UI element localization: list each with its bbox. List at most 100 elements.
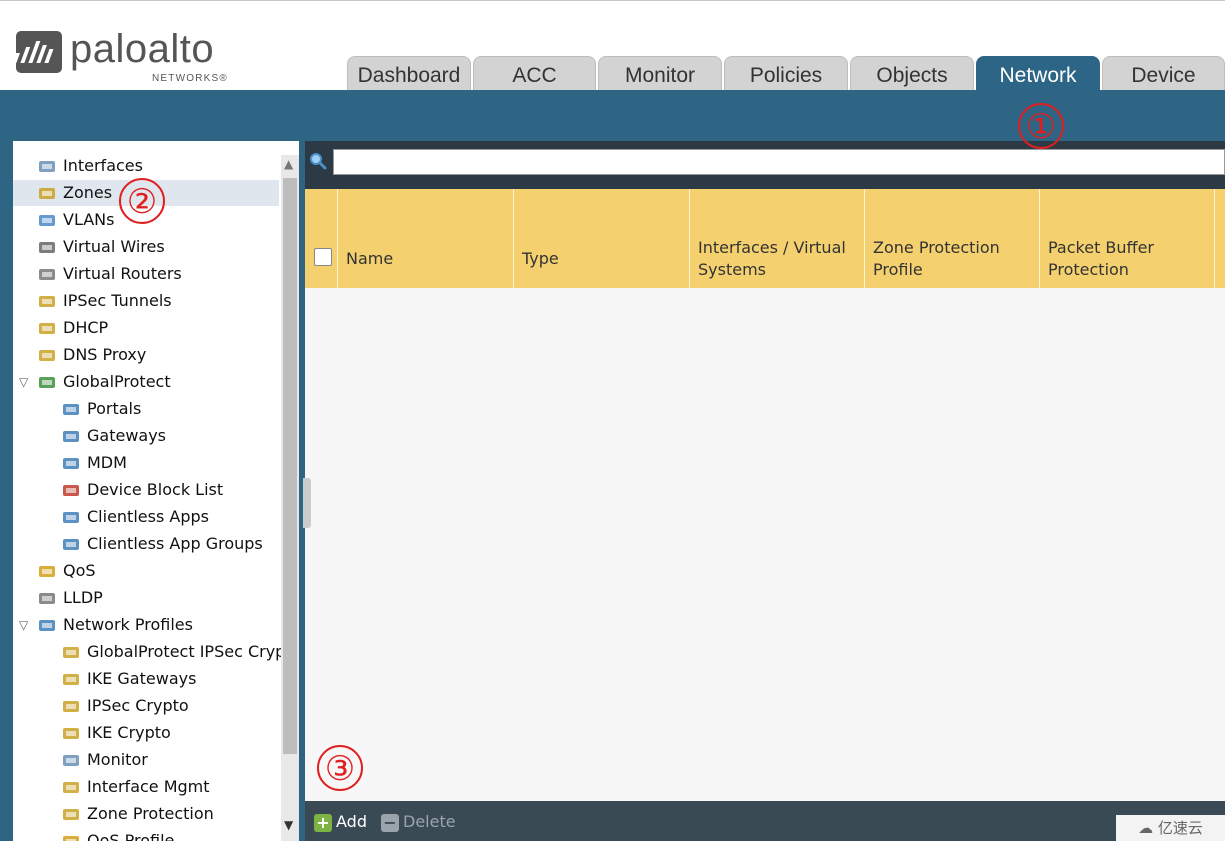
watermark: ☁ 亿速云: [1116, 815, 1225, 841]
sidebar-item-clientless-app-groups[interactable]: Clientless App Groups: [13, 531, 283, 557]
column-header-name[interactable]: Name: [337, 189, 513, 288]
delete-button: − Delete: [381, 812, 456, 832]
vlans-icon: [37, 211, 57, 228]
expand-toggle-icon[interactable]: ▽: [19, 369, 28, 395]
annotation-marker-3: ③: [317, 745, 363, 791]
network-profiles-icon: [37, 616, 57, 633]
column-header-zone-protection-profile[interactable]: Zone Protection Profile: [864, 189, 1039, 288]
mdm-icon: [61, 454, 81, 471]
sidebar-item-label: MDM: [87, 453, 127, 472]
column-header-interfaces[interactable]: Interfaces / Virtual Systems: [689, 189, 864, 288]
virtual-wires-icon: [37, 238, 57, 255]
sidebar-item-label: DHCP: [63, 318, 109, 337]
sidebar-item-device-block-list[interactable]: Device Block List: [13, 477, 283, 503]
lock-icon: [61, 643, 81, 660]
sidebar-tree: Interfaces Zones VLANs Virtual Wires Virtual…: [13, 141, 299, 841]
tab-device[interactable]: Device: [1102, 56, 1225, 91]
ike-gateways-icon: [61, 670, 81, 687]
sidebar-item-label: LLDP: [63, 588, 103, 607]
zones-icon: [37, 184, 57, 201]
sidebar-item-ipsec-tunnels[interactable]: IPSec Tunnels: [13, 288, 283, 314]
sidebar-item-network-profiles[interactable]: ▽ Network Profiles: [13, 612, 283, 638]
sidebar-item-label: IKE Crypto: [87, 723, 171, 742]
sidebar-item-label: IPSec Crypto: [87, 696, 189, 715]
logo-text: paloalto: [70, 27, 215, 71]
zone-protection-icon: [61, 805, 81, 822]
sidebar-item-label: Monitor: [87, 750, 148, 769]
lock-icon: [61, 724, 81, 741]
sidebar-item-label: GlobalProtect IPSec Crypto: [87, 642, 299, 661]
sidebar-item-label: Device Block List: [87, 480, 224, 499]
expand-toggle-icon[interactable]: ▽: [19, 612, 28, 638]
minus-icon: −: [381, 813, 399, 832]
sidebar-item-globalprotect-ipsec-crypto[interactable]: GlobalProtect IPSec Crypto: [13, 639, 299, 665]
sidebar-item-label: GlobalProtect: [63, 372, 171, 391]
tab-policies[interactable]: Policies: [724, 56, 848, 91]
clientless-apps-icon: [61, 508, 81, 525]
scroll-up-arrow-icon[interactable]: ▲: [284, 157, 293, 171]
device-block-list-icon: [61, 481, 81, 498]
sidebar-item-label: QoS Profile: [87, 831, 175, 841]
sidebar-item-label: Clientless App Groups: [87, 534, 263, 553]
paloalto-logo-icon: [12, 31, 62, 73]
annotation-marker-2: ②: [119, 178, 165, 224]
tab-monitor[interactable]: Monitor: [598, 56, 722, 91]
tab-dashboard[interactable]: Dashboard: [347, 56, 471, 91]
sidebar-item-virtual-routers[interactable]: Virtual Routers: [13, 261, 283, 287]
interface-mgmt-icon: [61, 778, 81, 795]
sidebar-item-virtual-wires[interactable]: Virtual Wires: [13, 234, 283, 260]
sidebar-item-label: Virtual Wires: [63, 237, 165, 256]
virtual-routers-icon: [37, 265, 57, 282]
top-header: paloalto NETWORKS® Dashboard ACC Monitor…: [0, 0, 1225, 91]
tab-objects[interactable]: Objects: [850, 56, 974, 91]
add-button[interactable]: + Add: [314, 812, 367, 832]
globalprotect-icon: [37, 373, 57, 390]
sidebar-item-label: Clientless Apps: [87, 507, 209, 526]
sidebar-item-interface-mgmt[interactable]: Interface Mgmt: [13, 774, 283, 800]
sidebar-item-qos[interactable]: QoS: [13, 558, 283, 584]
column-header-more[interactable]: [1214, 189, 1225, 288]
scroll-down-arrow-icon[interactable]: ▼: [284, 818, 293, 832]
filter-input[interactable]: [333, 149, 1225, 175]
clientless-app-groups-icon: [61, 535, 81, 552]
plus-icon: +: [314, 813, 332, 832]
lldp-icon: [37, 589, 57, 606]
sidebar-item-dhcp[interactable]: DHCP: [13, 315, 283, 341]
lock-icon: [61, 697, 81, 714]
gateways-icon: [61, 427, 81, 444]
sidebar-item-lldp[interactable]: LLDP: [13, 585, 283, 611]
sidebar-scroll-thumb[interactable]: [283, 178, 297, 754]
sidebar-item-label: DNS Proxy: [63, 345, 147, 364]
sidebar-item-globalprotect[interactable]: ▽ GlobalProtect: [13, 369, 283, 395]
dns-proxy-icon: [37, 346, 57, 363]
tab-network[interactable]: Network: [976, 56, 1100, 91]
sidebar-item-ike-crypto[interactable]: IKE Crypto: [13, 720, 283, 746]
column-header-packet-buffer-protection[interactable]: Packet Buffer Protection: [1039, 189, 1214, 288]
dhcp-icon: [37, 319, 57, 336]
search-icon[interactable]: [309, 152, 327, 170]
portals-icon: [61, 400, 81, 417]
sidebar-item-label: Zone Protection: [87, 804, 214, 823]
sidebar-item-label: Virtual Routers: [63, 264, 182, 283]
sidebar-item-label: Gateways: [87, 426, 167, 445]
sidebar-item-ike-gateways[interactable]: IKE Gateways: [13, 666, 283, 692]
tab-acc[interactable]: ACC: [473, 56, 596, 91]
sidebar-item-zone-protection[interactable]: Zone Protection: [13, 801, 283, 827]
sidebar-item-label: Zones: [63, 183, 113, 202]
sidebar-item-gateways[interactable]: Gateways: [13, 423, 283, 449]
sidebar-item-portals[interactable]: Portals: [13, 396, 283, 422]
ipsec-tunnels-icon: [37, 292, 57, 309]
column-header-type[interactable]: Type: [513, 189, 689, 288]
sidebar-item-interfaces[interactable]: Interfaces: [13, 153, 283, 179]
sidebar-item-monitor[interactable]: Monitor: [13, 747, 283, 773]
sidebar-item-mdm[interactable]: MDM: [13, 450, 283, 476]
sidebar-item-clientless-apps[interactable]: Clientless Apps: [13, 504, 283, 530]
interfaces-icon: [37, 157, 57, 174]
sidebar-item-qos-profile[interactable]: QoS Profile: [13, 828, 283, 841]
sidebar-item-label: QoS: [63, 561, 96, 580]
sidebar-item-dns-proxy[interactable]: DNS Proxy: [13, 342, 283, 368]
sidebar-item-label: IPSec Tunnels: [63, 291, 172, 310]
sidebar-item-ipsec-crypto[interactable]: IPSec Crypto: [13, 693, 283, 719]
sidebar-collapse-handle[interactable]: [303, 478, 311, 528]
select-all-checkbox[interactable]: [314, 248, 332, 266]
